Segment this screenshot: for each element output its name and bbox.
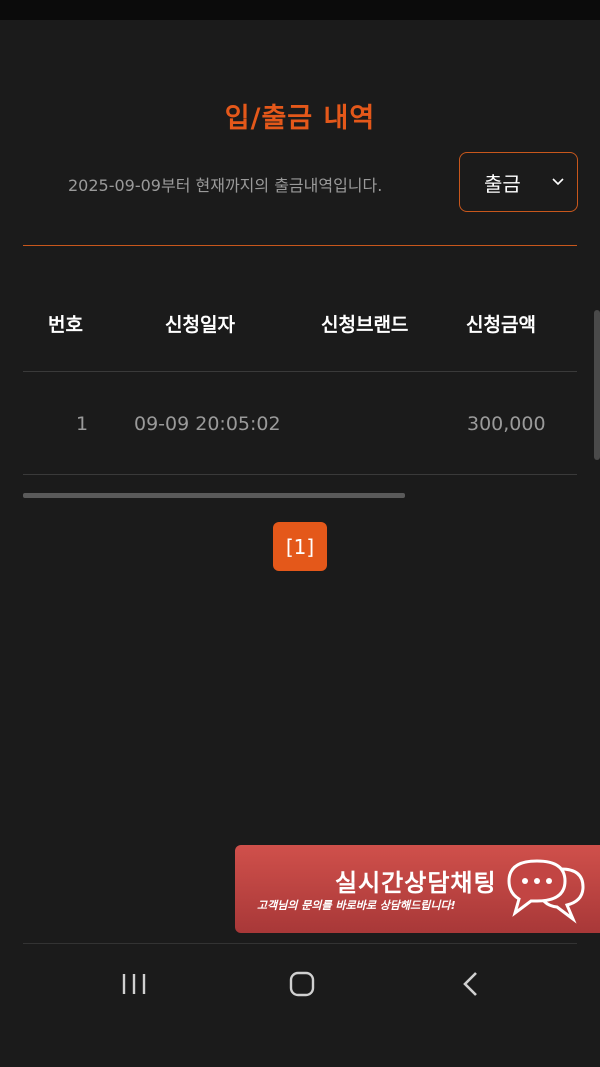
chat-banner-subtitle: 고객님의 문의를 바로바로 상담해드립니다! xyxy=(257,899,456,912)
page-button-1[interactable]: [1] xyxy=(273,522,327,571)
cell-date: 09-09 20:05:02 xyxy=(134,413,281,435)
header-number: 번호 xyxy=(48,314,83,336)
recent-apps-icon[interactable] xyxy=(114,968,154,1000)
vertical-scrollbar[interactable] xyxy=(594,310,600,460)
history-description: 2025-09-09부터 현재까지의 출금내역입니다. xyxy=(68,176,383,195)
cell-number: 1 xyxy=(76,413,89,435)
chevron-down-icon xyxy=(551,170,565,194)
home-icon[interactable] xyxy=(282,968,322,1000)
live-chat-banner[interactable]: 실시간상담채팅 고객님의 문의를 바로바로 상담해드립니다! xyxy=(235,845,600,933)
header-date: 신청일자 xyxy=(165,314,235,336)
table-header: 번호 신청일자 신청브랜드 신청금액 xyxy=(23,272,577,372)
status-bar xyxy=(0,0,600,20)
system-navbar xyxy=(0,944,600,1067)
type-select[interactable]: 출금 xyxy=(459,152,578,212)
title-divider xyxy=(23,245,577,246)
horizontal-scrollbar[interactable] xyxy=(23,493,405,498)
back-icon[interactable] xyxy=(450,968,490,1000)
chat-banner-title: 실시간상담채팅 xyxy=(335,869,497,897)
chat-bubble-icon xyxy=(505,855,587,925)
type-select-value: 출금 xyxy=(484,171,521,196)
header-brand: 신청브랜드 xyxy=(321,314,409,336)
cell-amount: 300,000 xyxy=(467,413,546,435)
table-row: 1 09-09 20:05:02 300,000 xyxy=(23,373,577,475)
header-amount: 신청금액 xyxy=(466,314,536,336)
page-title: 입/출금 내역 xyxy=(224,103,376,134)
